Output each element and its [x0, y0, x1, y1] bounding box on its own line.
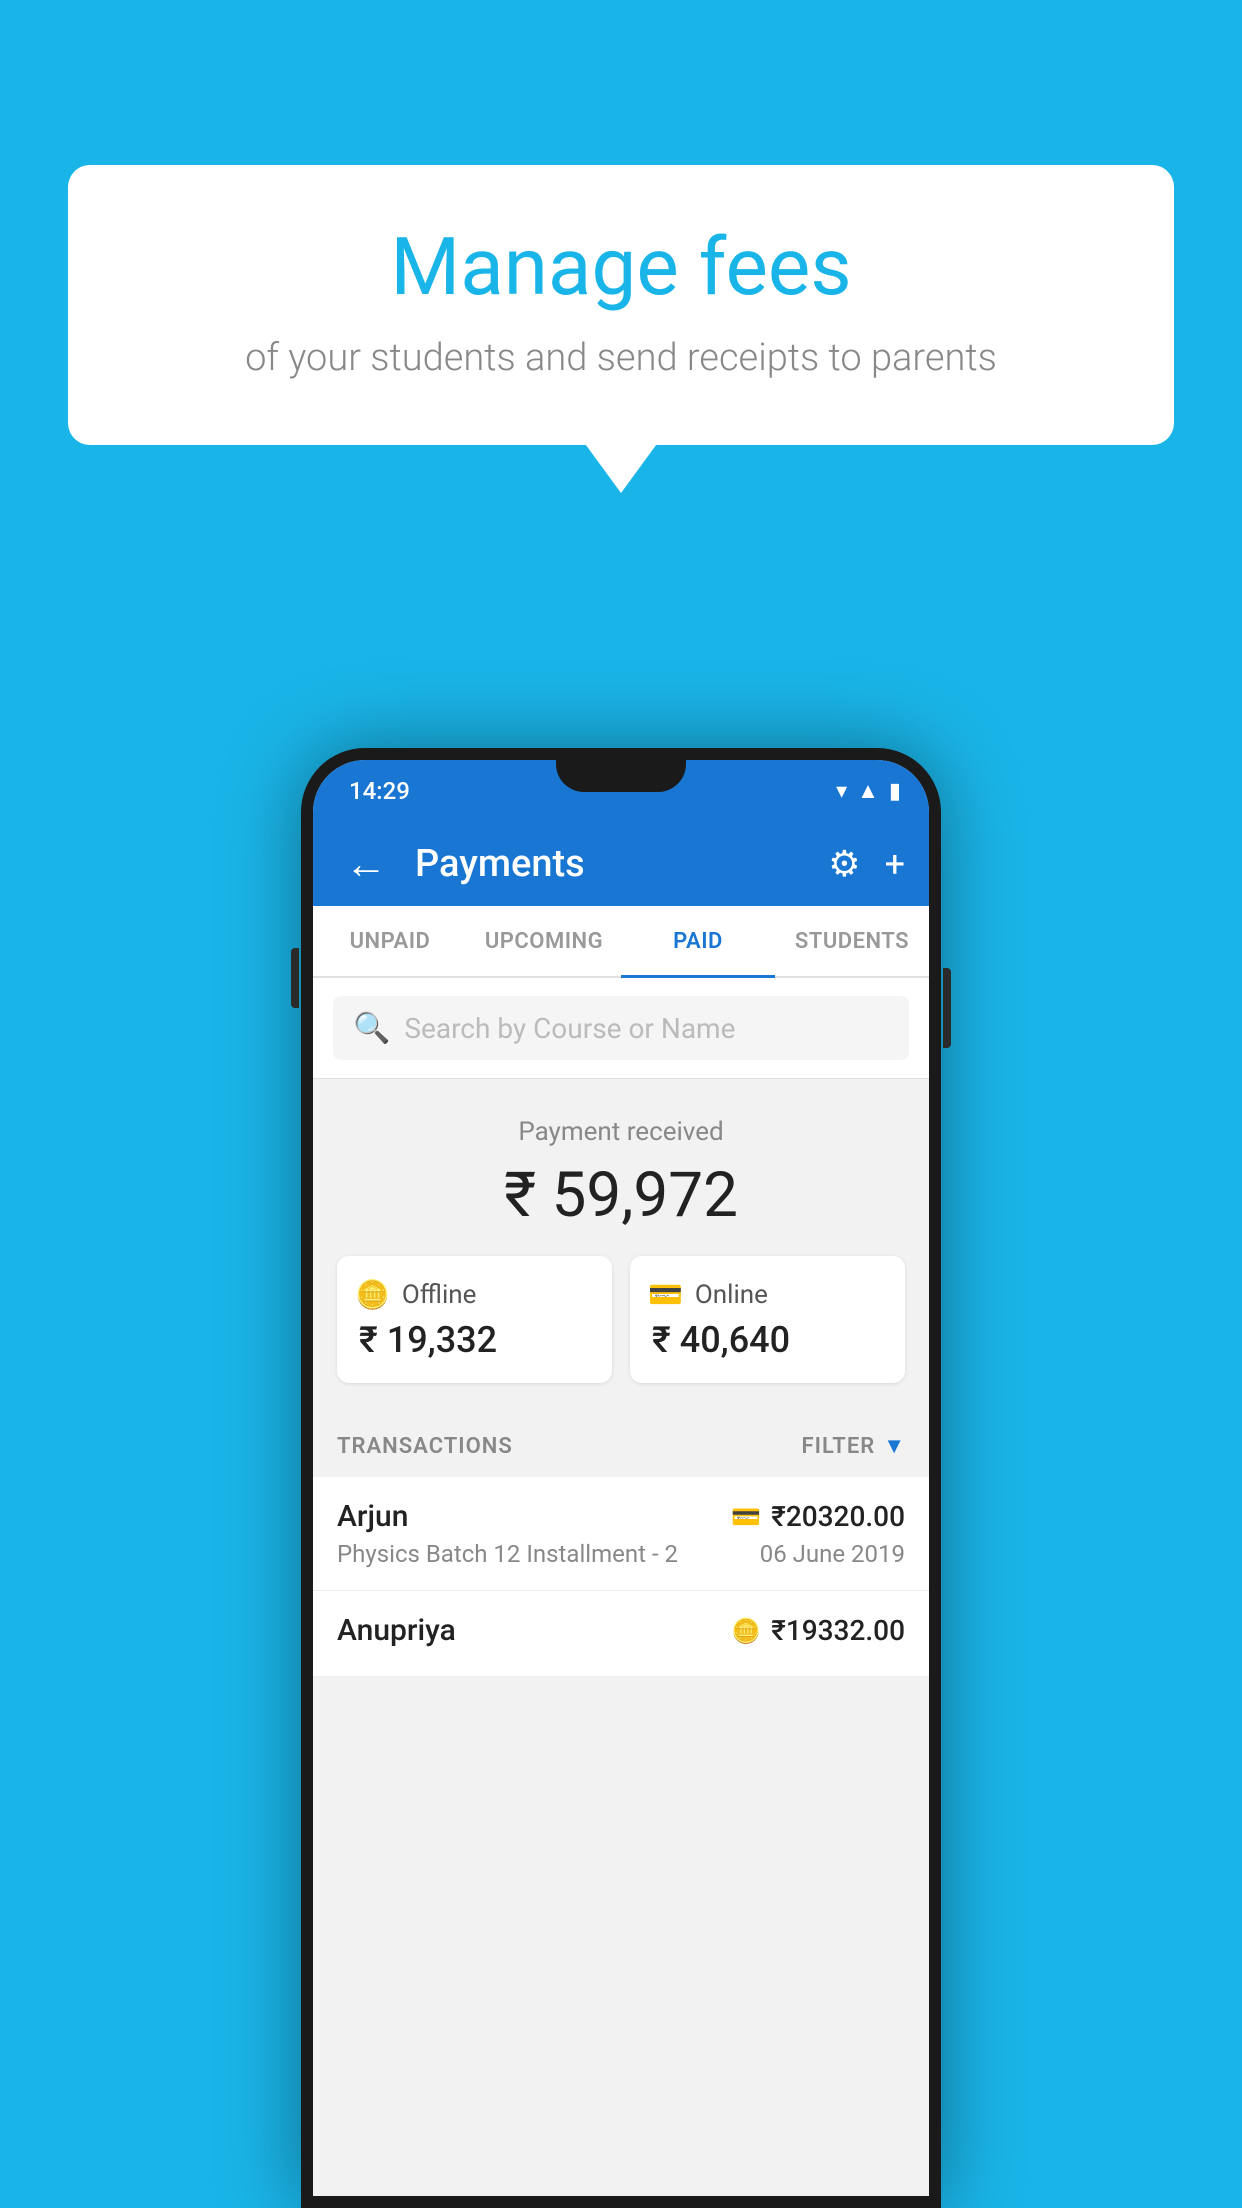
transaction-bottom: Physics Batch 12 Installment - 2 06 June…	[337, 1540, 905, 1568]
tabs-bar: UNPAID UPCOMING PAID STUDENTS	[313, 906, 929, 978]
transaction-amount: ₹20320.00	[771, 1500, 905, 1533]
app-bar-actions: ⚙ +	[828, 843, 905, 885]
card-icon: 💳	[731, 1503, 761, 1531]
app-bar: ← Payments ⚙ +	[313, 822, 929, 906]
offline-card: 🪙 Offline ₹ 19,332	[337, 1256, 612, 1383]
back-button[interactable]: ←	[337, 832, 395, 897]
filter-button[interactable]: FILTER ▼	[802, 1433, 905, 1459]
offline-icon: 🪙	[355, 1278, 390, 1311]
status-icons: ▾ ▲ ▮	[836, 778, 901, 804]
transaction-top: Arjun 💳 ₹20320.00	[337, 1499, 905, 1534]
filter-icon: ▼	[883, 1433, 905, 1459]
offline-label: Offline	[402, 1280, 477, 1310]
tab-students[interactable]: STUDENTS	[775, 906, 929, 976]
battery-icon: ▮	[889, 779, 901, 804]
tab-upcoming[interactable]: UPCOMING	[467, 906, 621, 976]
speech-bubble: Manage fees of your students and send re…	[68, 165, 1174, 445]
transaction-top: Anupriya 🪙 ₹19332.00	[337, 1613, 905, 1648]
settings-icon[interactable]: ⚙	[828, 843, 860, 885]
table-row[interactable]: Anupriya 🪙 ₹19332.00	[313, 1591, 929, 1677]
phone-frame: 14:29 ▾ ▲ ▮ ← Payments ⚙ + UNPAID UPCOMI…	[301, 748, 941, 2208]
power-button	[943, 968, 951, 1048]
online-card-header: 💳 Online	[648, 1278, 887, 1311]
bubble-subtext: of your students and send receipts to pa…	[128, 336, 1114, 380]
online-amount: ₹ 40,640	[648, 1319, 887, 1361]
transaction-date: 06 June 2019	[760, 1540, 905, 1568]
search-container: 🔍 Search by Course or Name	[313, 978, 929, 1079]
filter-label: FILTER	[802, 1434, 876, 1459]
add-icon[interactable]: +	[885, 843, 905, 885]
wifi-icon: ▾	[836, 779, 847, 804]
transaction-amount-wrapper: 💳 ₹20320.00	[731, 1500, 905, 1533]
transaction-course: Physics Batch 12 Installment - 2	[337, 1540, 678, 1568]
offline-pay-icon: 🪙	[731, 1617, 761, 1645]
payment-cards: 🪙 Offline ₹ 19,332 💳 Online ₹ 40,640	[337, 1256, 905, 1383]
offline-amount: ₹ 19,332	[355, 1319, 594, 1361]
app-title: Payments	[415, 842, 808, 886]
search-bar[interactable]: 🔍 Search by Course or Name	[333, 996, 909, 1060]
offline-card-header: 🪙 Offline	[355, 1278, 594, 1311]
search-icon: 🔍	[353, 1011, 390, 1046]
transaction-name: Arjun	[337, 1499, 408, 1534]
status-time: 14:29	[341, 777, 410, 805]
online-card: 💳 Online ₹ 40,640	[630, 1256, 905, 1383]
bubble-heading: Manage fees	[128, 220, 1114, 314]
payment-received-label: Payment received	[337, 1117, 905, 1147]
phone-screen: 14:29 ▾ ▲ ▮ ← Payments ⚙ + UNPAID UPCOMI…	[313, 760, 929, 2196]
table-row[interactable]: Arjun 💳 ₹20320.00 Physics Batch 12 Insta…	[313, 1477, 929, 1591]
tab-paid[interactable]: PAID	[621, 906, 775, 976]
online-icon: 💳	[648, 1278, 683, 1311]
transaction-amount: ₹19332.00	[771, 1614, 905, 1647]
volume-button	[291, 948, 299, 1008]
transactions-label: TRANSACTIONS	[337, 1434, 513, 1459]
search-input[interactable]: Search by Course or Name	[404, 1012, 735, 1045]
signal-icon: ▲	[857, 778, 879, 804]
payment-summary: Payment received ₹ 59,972 🪙 Offline ₹ 19…	[313, 1079, 929, 1411]
tab-unpaid[interactable]: UNPAID	[313, 906, 467, 976]
payment-total-amount: ₹ 59,972	[337, 1159, 905, 1232]
transactions-header: TRANSACTIONS FILTER ▼	[313, 1411, 929, 1477]
online-label: Online	[695, 1280, 768, 1310]
phone-notch	[556, 760, 686, 792]
transaction-amount-wrapper: 🪙 ₹19332.00	[731, 1614, 905, 1647]
transaction-name: Anupriya	[337, 1613, 456, 1648]
